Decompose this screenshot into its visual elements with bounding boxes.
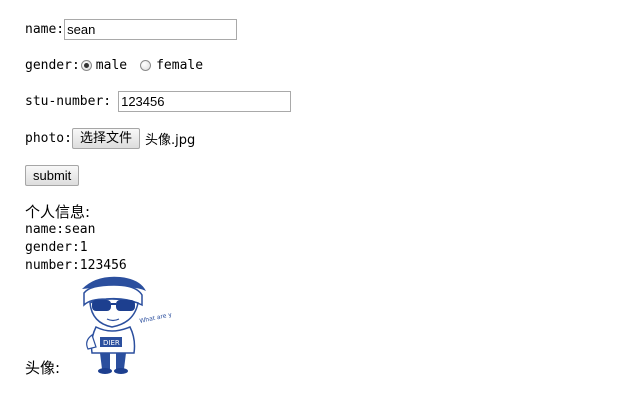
gender-row: gender: male female (25, 58, 203, 73)
avatar-label: 头像: (25, 359, 61, 377)
stu-number-row: stu-number: (25, 91, 292, 112)
info-name-line: name:sean (25, 222, 96, 237)
stu-number-label: stu-number: (25, 94, 112, 109)
submit-button[interactable]: submit (25, 165, 80, 186)
info-gender-line: gender:1 (25, 240, 88, 255)
gender-male-label: male (95, 58, 128, 73)
photo-row: photo: 选择文件 头像.jpg (25, 128, 195, 149)
name-row: name: (25, 19, 238, 40)
avatar-caption: What are you doing? (139, 305, 172, 325)
info-number-line: number:123456 (25, 258, 127, 273)
gender-female-label: female (156, 58, 204, 73)
stu-number-input[interactable] (118, 91, 292, 112)
name-input[interactable] (64, 19, 238, 40)
name-label: name: (25, 22, 65, 37)
photo-label: photo: (25, 131, 72, 146)
info-heading: 个人信息: (25, 203, 91, 221)
avatar-image: DIER What are you doing? (82, 276, 172, 374)
gender-female-radio[interactable] (140, 60, 152, 71)
choose-file-button[interactable]: 选择文件 (71, 128, 140, 149)
avatar-shirt-text: DIER (103, 339, 120, 347)
submit-row: submit (25, 165, 80, 186)
file-name-text: 头像.jpg (144, 133, 196, 148)
gender-male-radio[interactable] (80, 60, 92, 71)
gender-label: gender: (25, 58, 80, 73)
